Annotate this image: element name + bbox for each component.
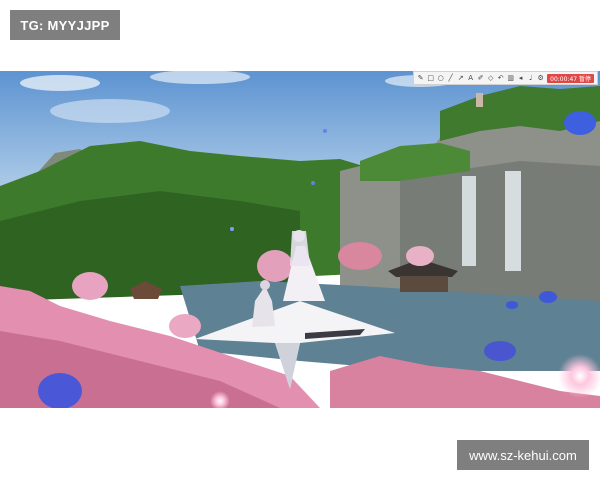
site-watermark: www.sz-kehui.com [457,440,589,470]
line-icon[interactable]: ╱ [447,74,454,82]
arrow-icon[interactable]: ↗ [457,74,464,82]
mic-icon[interactable]: ♩ [527,74,534,82]
trash-icon[interactable]: ▥ [507,74,514,82]
sparkle [230,227,234,231]
blossom-tree [72,272,108,300]
sparkle [323,129,327,133]
blossom-tree [257,250,293,282]
cloud [50,99,170,123]
text-icon[interactable]: A [467,74,474,82]
record-stop-button[interactable]: 00:00:47 暂停 [547,73,594,83]
waterfall [505,171,521,271]
blue-spirit-flower [506,301,518,309]
cloud [20,75,100,91]
screen-recorder-toolbar: ✎ □ ○ ╱ ↗ A ✐ ◇ ↶ ▥ ◂ ♩ ⚙ 00:00:47 暂停 [413,71,598,85]
blue-spirit-flower [539,291,557,303]
blue-spirit-flower [564,111,596,135]
blossom-tree [169,314,201,338]
blue-spirit-flower [38,373,82,408]
undo-icon[interactable]: ↶ [497,74,504,82]
watchtower [476,93,483,107]
circle-icon[interactable]: ○ [437,74,444,82]
light-glow [558,354,600,398]
marker-icon[interactable]: ✐ [477,74,484,82]
blossom-tree [406,246,434,266]
player-character-head [260,280,270,290]
eraser-icon[interactable]: ◇ [487,74,494,82]
game-viewport[interactable]: ✎ □ ○ ╱ ↗ A ✐ ◇ ↶ ▥ ◂ ♩ ⚙ 00:00:47 暂停 [0,71,600,408]
waterfall [462,176,476,266]
game-scene [0,71,600,408]
settings-icon[interactable]: ⚙ [537,74,544,82]
blue-spirit-flower [484,341,516,361]
pen-icon[interactable]: ✎ [417,74,424,82]
pavilion-body [400,276,448,292]
blossom-tree [338,242,382,270]
speaker-icon[interactable]: ◂ [517,74,524,82]
telegram-watermark: TG: MYYJJPP [10,10,120,40]
sparkle [311,181,315,185]
rectangle-icon[interactable]: □ [427,74,434,82]
